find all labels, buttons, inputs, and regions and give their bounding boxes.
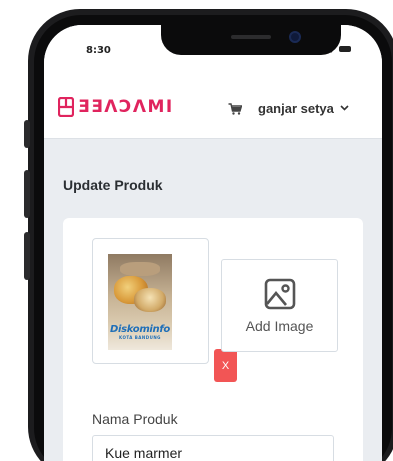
chevron-down-icon[interactable] (340, 105, 349, 111)
user-menu-name[interactable]: ganjar setya (258, 101, 334, 116)
product-image-slot: Diskominfo KOTA BANDUNG X (92, 238, 237, 382)
remove-image-button[interactable]: X (214, 349, 237, 382)
photo-watermark-text: Diskominfo (109, 324, 171, 335)
image-icon (264, 278, 296, 310)
phone-screen: 8:30 ƎƎΛƆΛMI ganjar setya Update Produk … (44, 25, 382, 461)
status-time: 8:30 (86, 45, 111, 56)
volume-down-button (24, 232, 30, 280)
mute-switch (24, 120, 30, 148)
photo-watermark: Diskominfo KOTA BANDUNG (108, 324, 172, 340)
photo-watermark-sub: KOTA BANDUNG (119, 335, 161, 340)
cart-icon[interactable] (228, 103, 242, 115)
product-photo: Diskominfo KOTA BANDUNG (108, 254, 172, 350)
logo[interactable]: ƎƎΛƆΛMI (58, 97, 174, 117)
add-image-button[interactable]: Add Image (221, 259, 338, 352)
app-header: ƎƎΛƆΛMI ganjar setya (44, 77, 382, 139)
notch (161, 25, 341, 55)
add-image-label: Add Image (245, 318, 314, 334)
logo-mark-icon (58, 97, 74, 117)
product-name-input[interactable] (92, 435, 334, 461)
volume-up-button (24, 170, 30, 218)
product-form-card: Diskominfo KOTA BANDUNG X Add Image Nama… (63, 218, 363, 461)
logo-text: ƎƎΛƆΛMI (78, 97, 174, 117)
page-title: Update Produk (63, 177, 163, 193)
battery-icon (339, 46, 351, 52)
speaker (231, 35, 271, 39)
camera (289, 31, 301, 43)
product-name-label: Nama Produk (92, 411, 178, 427)
